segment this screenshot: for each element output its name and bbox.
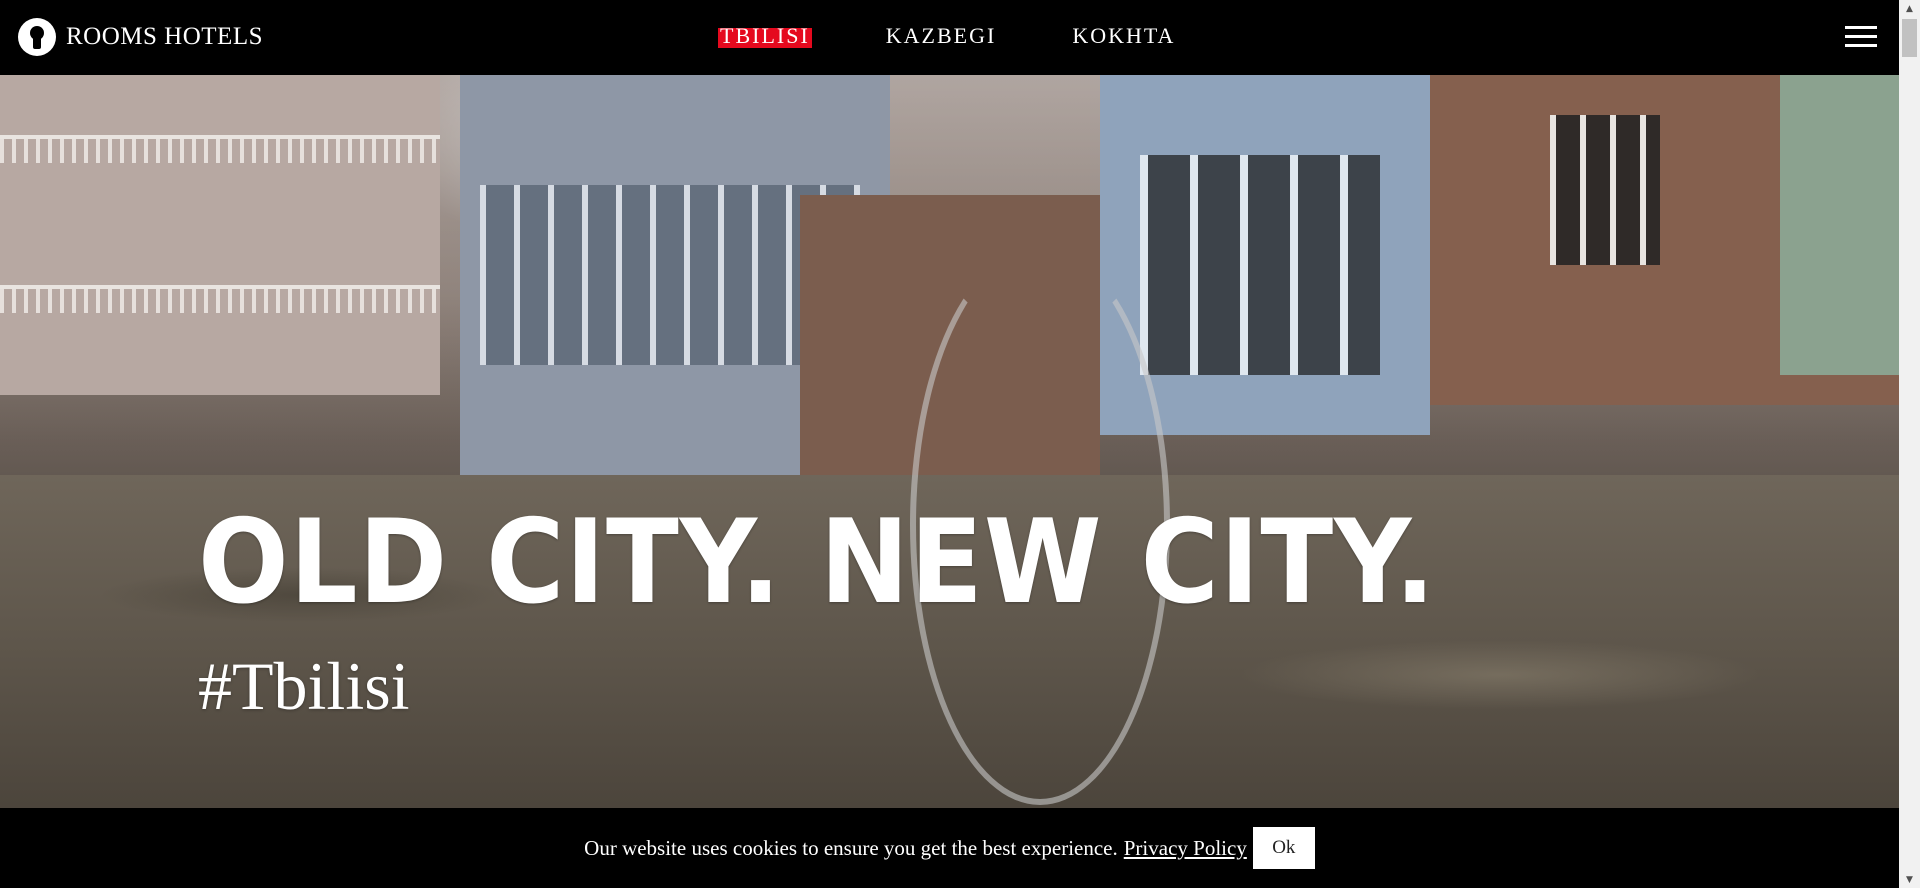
nav-item-tbilisi[interactable]: TBILISI — [718, 22, 812, 50]
hero-banner: OLD CITY. NEW CITY. #Tbilisi — [0, 75, 1899, 808]
hero-photo-building — [0, 75, 440, 395]
keyhole-icon — [18, 18, 56, 56]
brand-logo[interactable]: ROOMS HOTELS — [18, 18, 263, 56]
site-header: ROOMS HOTELS TBILISI KAZBEGI KOKHTA — [0, 0, 1899, 75]
cookie-ok-button[interactable]: Ok — [1252, 827, 1315, 869]
hero-photo-building — [1780, 75, 1899, 375]
scroll-thumb[interactable] — [1902, 19, 1917, 57]
page-scrollbar[interactable]: ▲ ▼ — [1899, 0, 1920, 888]
scroll-down-icon[interactable]: ▼ — [1899, 871, 1920, 888]
nav-item-kazbegi[interactable]: KAZBEGI — [884, 22, 999, 50]
hero-tagline: #Tbilisi — [198, 648, 410, 724]
nav-item-kokhta[interactable]: KOKHTA — [1070, 22, 1177, 50]
cookie-message: Our website uses cookies to ensure you g… — [584, 835, 1118, 860]
main-nav: TBILISI KAZBEGI KOKHTA — [718, 22, 1249, 50]
scroll-up-icon[interactable]: ▲ — [1899, 0, 1920, 17]
hero-title: OLD CITY. NEW CITY. — [198, 495, 1437, 630]
hamburger-icon[interactable] — [1845, 26, 1877, 48]
privacy-policy-link[interactable]: Privacy Policy — [1124, 836, 1247, 861]
cookie-banner: Our website uses cookies to ensure you g… — [0, 808, 1899, 888]
brand-name: ROOMS HOTELS — [66, 23, 263, 50]
